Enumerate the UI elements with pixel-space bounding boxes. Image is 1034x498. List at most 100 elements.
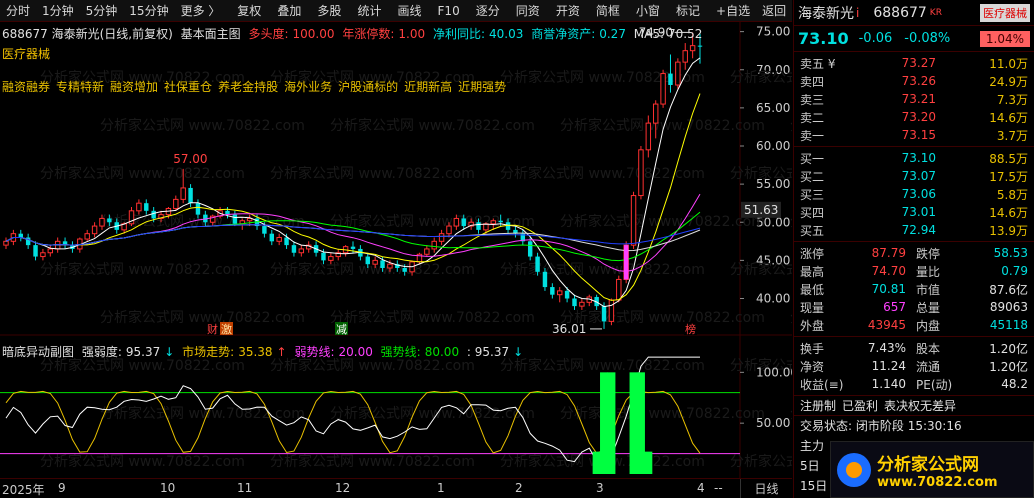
- bid-row[interactable]: 买二 73.07 17.5万: [794, 167, 1034, 185]
- trade-status-label: 交易状态:: [800, 419, 853, 433]
- candle-body: [572, 298, 577, 307]
- stat-label: 量比: [916, 264, 941, 279]
- ask-row[interactable]: 卖五 ¥ 73.27 11.0万: [794, 54, 1034, 72]
- concept-tag[interactable]: 社保重仓: [164, 80, 212, 94]
- candle-body: [321, 252, 326, 261]
- sub-title[interactable]: 暗底异动副图: [2, 345, 74, 359]
- concept-tag[interactable]: 沪股通标的: [338, 80, 398, 94]
- concept-tag[interactable]: 专精特新: [56, 80, 104, 94]
- back-button[interactable]: 返回: [756, 0, 792, 22]
- stock-tag[interactable]: 表决权无差异: [884, 399, 956, 413]
- ask-row[interactable]: 卖四 73.26 24.9万: [794, 72, 1034, 90]
- watermark-text: 分析家公式网 www.70822.com: [40, 453, 245, 470]
- stock-tag[interactable]: 注册制: [800, 399, 836, 413]
- stat-value: 58.53: [993, 246, 1028, 260]
- candle-body: [188, 187, 193, 204]
- toolbar-button-5[interactable]: F10: [432, 0, 466, 22]
- concept-tag[interactable]: 近期强势: [458, 80, 506, 94]
- kline-chart-area[interactable]: 75.00 70.00 65.00 60.00 55.00 50.00 45.00 40.00…: [0, 22, 792, 478]
- arrow-down-icon: ↓: [513, 345, 524, 359]
- candle-body: [328, 256, 334, 261]
- toolbar-button-6[interactable]: 逐分: [470, 0, 506, 22]
- toolbar-button-4[interactable]: 画线: [391, 0, 427, 22]
- ask-price: 73.20: [901, 110, 936, 124]
- candle-body: [136, 202, 142, 212]
- info-icon[interactable]: i: [856, 6, 859, 20]
- period-daily-button[interactable]: 日线: [740, 479, 792, 498]
- strong-label: 强势线:: [380, 345, 421, 359]
- sub-tick-label: 100.00: [756, 365, 792, 379]
- stock-tag[interactable]: 已盈利: [842, 399, 878, 413]
- toolbar-button-11[interactable]: 标记: [670, 0, 706, 22]
- stat-row: 外盘 43945 内盘 45118: [794, 316, 1034, 334]
- stat-value: 70.81: [871, 282, 906, 296]
- stock-code: 688677: [873, 4, 927, 21]
- concept-tag[interactable]: 融资融券: [2, 80, 50, 94]
- bid-row[interactable]: 买一 73.10 88.5万: [794, 149, 1034, 167]
- toolbar-button-10[interactable]: 小窗: [630, 0, 666, 22]
- toolbar-button-0[interactable]: 复权: [231, 0, 267, 22]
- stat-value: 1.20亿: [989, 359, 1028, 374]
- ask-row[interactable]: 卖二 73.20 14.6万: [794, 108, 1034, 126]
- stat-label: 跌停: [916, 246, 941, 261]
- toolbar-button-2[interactable]: 多股: [311, 0, 347, 22]
- candle-body: [269, 233, 275, 242]
- bid-row[interactable]: 买五 72.94 13.9万: [794, 221, 1034, 239]
- concept-tag[interactable]: 海外业务: [284, 80, 332, 94]
- candle-body: [645, 122, 652, 151]
- stat-value: 43945: [867, 318, 906, 332]
- concept-tags: 融资融券 专精特新 融资增加 社保重仓 养老金持股 海外业务 沪股通标的 近期新高 近期强势: [2, 78, 512, 95]
- goodwill-value: 0.27: [599, 27, 626, 41]
- price-tick-label: 60.00: [756, 139, 790, 153]
- candle-body: [535, 256, 540, 272]
- candle-body: [652, 103, 659, 124]
- ask-label: 卖二: [800, 110, 825, 125]
- profit-value: 40.03: [489, 27, 524, 41]
- stat-label: PE(动): [916, 377, 953, 392]
- stat-label: 总量: [916, 300, 941, 315]
- bid-row[interactable]: 买三 73.06 5.8万: [794, 185, 1034, 203]
- period-button-0[interactable]: 分时: [0, 0, 36, 22]
- period-button-2[interactable]: 5分钟: [80, 0, 124, 22]
- stat-label: 外盘: [800, 318, 825, 333]
- ask-row[interactable]: 卖一 73.15 3.7万: [794, 126, 1034, 144]
- concept-tag[interactable]: 近期新高: [404, 80, 452, 94]
- watermark-text: 分析家公式网 www.70822.com: [730, 261, 792, 278]
- ask-price: 73.26: [901, 74, 936, 88]
- candle-body: [608, 299, 615, 322]
- industry-badge[interactable]: 医疗器械: [980, 3, 1030, 22]
- indicator-name[interactable]: 基本面主图: [181, 27, 241, 41]
- bid-label: 买四: [800, 205, 825, 220]
- watermark-text: 分析家公式网 www.70822.com: [500, 69, 705, 86]
- zhang-value: 1.00: [398, 27, 426, 41]
- concept-tag[interactable]: 融资增加: [110, 80, 158, 94]
- extra-value: : 95.37: [466, 345, 510, 359]
- toolbar-button-3[interactable]: 统计: [351, 0, 387, 22]
- period-button-3[interactable]: 15分钟: [123, 0, 174, 22]
- stat-value: 87.6亿: [989, 282, 1028, 297]
- period-button-4[interactable]: 更多 〉: [175, 0, 227, 22]
- ask-book: 卖五 ¥ 73.27 11.0万 卖四 73.26 24.9万 卖三 73.21 7.3万卖二 7…: [794, 52, 1034, 147]
- candle-body: [490, 220, 496, 225]
- toolbar-button-9[interactable]: 简框: [590, 0, 626, 22]
- stat-value: 11.24: [871, 359, 906, 373]
- ask-row[interactable]: 卖三 73.21 7.3万: [794, 90, 1034, 108]
- watermark-text: 分析家公式网 www.70822.com: [500, 357, 705, 374]
- candle-body: [446, 225, 452, 235]
- toolbar-button-7[interactable]: 同资: [510, 0, 546, 22]
- bid-row[interactable]: 买四 73.01 14.6万: [794, 203, 1034, 221]
- period-button-1[interactable]: 1分钟: [36, 0, 80, 22]
- goodwill-label: 商誉净资产:: [531, 27, 596, 41]
- candle-body: [476, 222, 481, 230]
- toolbar-button-8[interactable]: 开资: [550, 0, 586, 22]
- bid-price: 72.94: [901, 223, 936, 237]
- concept-tag[interactable]: 养老金持股: [218, 80, 278, 94]
- watermark-text: 分析家公式网 www.70822.com: [330, 405, 535, 422]
- bid-price: 73.06: [901, 187, 936, 201]
- toolbar-button-12[interactable]: +自选: [710, 0, 756, 22]
- stat-value: 1.20亿: [989, 341, 1028, 356]
- stat-value: 89063: [989, 300, 1028, 314]
- watermark-text: 分析家公式网 www.70822.com: [40, 165, 245, 182]
- stat-value: 7.43%: [867, 341, 906, 355]
- toolbar-button-1[interactable]: 叠加: [271, 0, 307, 22]
